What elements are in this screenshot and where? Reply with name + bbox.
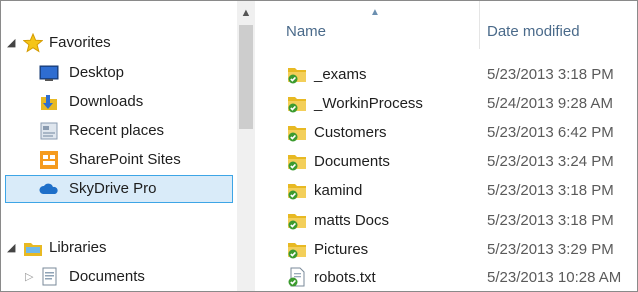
synced-folder-icon	[288, 214, 306, 230]
nav-scrollbar[interactable]: ▲	[237, 1, 255, 291]
expanded-arrow-icon[interactable]: ◢	[7, 234, 15, 262]
file-row[interactable]: kamind 5/23/2013 3:18 PM	[255, 175, 637, 204]
file-name: robots.txt	[314, 269, 376, 286]
column-header-date-modified[interactable]: Date modified	[487, 23, 580, 40]
synced-folder-icon	[288, 155, 306, 171]
nav-item-label: SharePoint Sites	[69, 151, 181, 168]
file-row[interactable]: Customers 5/23/2013 6:42 PM	[255, 117, 637, 146]
nav-item-label: Downloads	[69, 93, 144, 110]
file-row[interactable]: Pictures 5/23/2013 3:29 PM	[255, 234, 637, 263]
file-name: _exams	[314, 66, 367, 83]
collapsed-arrow-icon[interactable]: ▷	[25, 263, 33, 291]
downloads-icon	[41, 95, 57, 110]
scroll-thumb[interactable]	[239, 25, 253, 129]
nav-library-documents[interactable]: ▷ Documents	[1, 263, 237, 291]
sharepoint-icon	[40, 151, 58, 169]
nav-item-recent-places[interactable]: Recent places	[1, 117, 237, 145]
file-row[interactable]: _WorkinProcess 5/24/2013 9:28 AM	[255, 88, 637, 117]
file-name: kamind	[314, 182, 363, 199]
nav-favorites[interactable]: ◢ Favorites	[1, 29, 237, 57]
file-name: Pictures	[314, 241, 369, 258]
file-row[interactable]: Documents 5/23/2013 3:24 PM	[255, 146, 637, 175]
file-date: 5/23/2013 6:42 PM	[487, 124, 614, 141]
file-name: Customers	[314, 124, 387, 141]
nav-favorites-label: Favorites	[49, 34, 111, 51]
synced-folder-icon	[288, 68, 306, 84]
file-date: 5/24/2013 9:28 AM	[487, 95, 613, 112]
column-divider[interactable]	[479, 1, 480, 49]
file-name: _WorkinProcess	[314, 95, 423, 112]
synced-folder-icon	[288, 126, 306, 142]
file-name: matts Docs	[314, 212, 390, 229]
synced-folder-icon	[288, 97, 306, 113]
nav-item-downloads[interactable]: Downloads	[1, 88, 237, 116]
desktop-icon	[39, 65, 59, 81]
nav-item-label: Documents	[69, 268, 145, 285]
file-list: ▲ Name Date modified _exams 5/23/2013 3:…	[255, 1, 637, 291]
file-date: 5/23/2013 3:18 PM	[487, 66, 614, 83]
star-icon	[23, 33, 43, 53]
recent-places-icon	[40, 122, 58, 140]
navigation-pane: ◢ Favorites Desktop Downloads Recent pla…	[1, 1, 237, 291]
nav-item-sharepoint-sites[interactable]: SharePoint Sites	[1, 146, 237, 174]
file-date: 5/23/2013 3:18 PM	[487, 182, 614, 199]
scroll-up-icon[interactable]: ▲	[237, 7, 255, 19]
nav-libraries-label: Libraries	[49, 239, 107, 256]
nav-item-desktop[interactable]: Desktop	[1, 59, 237, 87]
libraries-icon	[24, 243, 42, 256]
file-row[interactable]: robots.txt 5/23/2013 10:28 AM	[255, 262, 637, 291]
file-date: 5/23/2013 3:24 PM	[487, 153, 614, 170]
nav-item-skydrive-pro[interactable]: SkyDrive Pro	[1, 175, 237, 203]
file-row[interactable]: matts Docs 5/23/2013 3:18 PM	[255, 205, 637, 234]
file-date: 5/23/2013 3:29 PM	[487, 241, 614, 258]
sort-ascending-icon: ▲	[370, 7, 380, 18]
nav-libraries[interactable]: ◢ Libraries	[1, 234, 237, 262]
expanded-arrow-icon[interactable]: ◢	[7, 29, 15, 57]
file-name: Documents	[314, 153, 390, 170]
explorer-window: ◢ Favorites Desktop Downloads Recent pla…	[0, 0, 638, 292]
synced-folder-icon	[288, 243, 306, 259]
nav-item-label: Recent places	[69, 122, 165, 139]
file-row[interactable]: _exams 5/23/2013 3:18 PM	[255, 59, 637, 88]
nav-item-label: Desktop	[69, 64, 125, 81]
column-header-name[interactable]: Name	[286, 23, 326, 40]
document-icon	[42, 267, 57, 286]
file-date: 5/23/2013 3:18 PM	[487, 212, 614, 229]
nav-item-label: SkyDrive Pro	[69, 180, 157, 197]
synced-folder-icon	[288, 184, 306, 200]
skydrive-icon	[39, 183, 58, 194]
file-date: 5/23/2013 10:28 AM	[487, 269, 622, 286]
synced-text-file-icon	[288, 267, 305, 287]
